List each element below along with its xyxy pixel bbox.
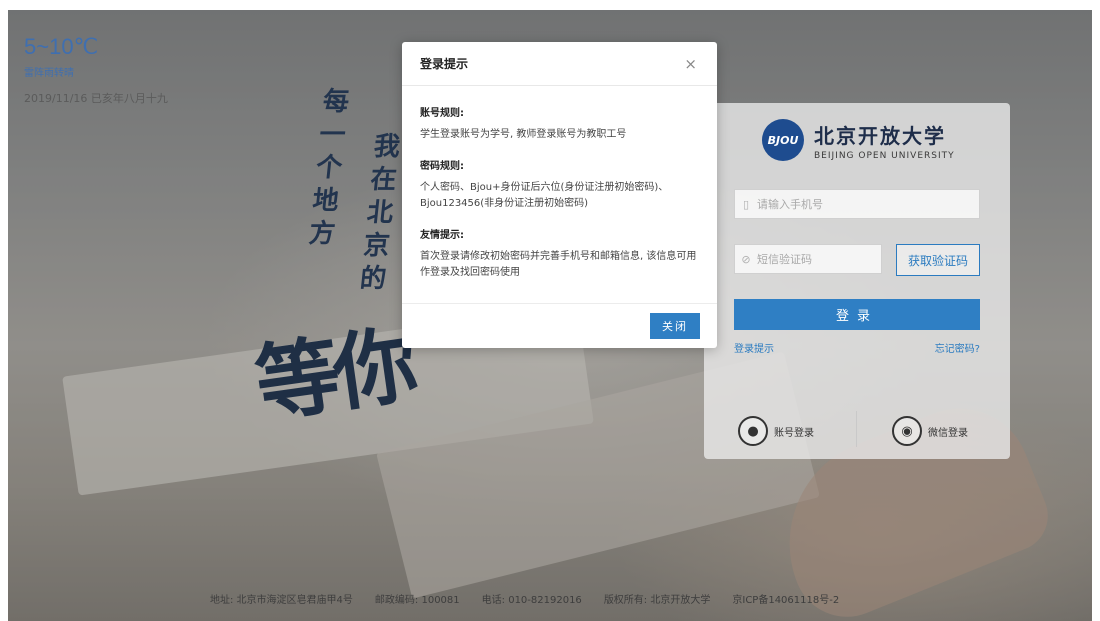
section-text: 个人密码、Bjou+身份证后六位(身份证注册初始密码)、Bjou123456(非… <box>420 182 669 209</box>
friendly-tips-section: 友情提示: 首次登录请修改初始密码并完善手机号和邮箱信息, 该信息可用作登录及找… <box>420 226 699 281</box>
logo-english-name: BEIJING OPEN UNIVERSITY <box>814 150 955 161</box>
weather-temperature: 5~10℃ <box>24 34 99 59</box>
login-tips-dialog: 登录提示 × 账号规则: 学生登录账号为学号, 教师登录账号为教职工号 密码规则… <box>402 42 717 348</box>
bjou-logo-icon: BJOU <box>762 119 804 161</box>
forgot-password-link[interactable]: 忘记密码? <box>935 340 980 355</box>
login-panel: BJOU 北京开放大学 BEIJING OPEN UNIVERSITY ▯ 请输… <box>704 103 1010 459</box>
sms-code-placeholder: 短信验证码 <box>757 253 812 266</box>
calligraphy-char: 我 <box>372 132 402 162</box>
wechat-login-option[interactable]: ◉ 微信登录 <box>892 416 968 446</box>
logo-text: 北京开放大学 BEIJING OPEN UNIVERSITY <box>814 120 955 161</box>
close-icon[interactable]: × <box>684 55 697 73</box>
wechat-login-label: 微信登录 <box>928 427 968 439</box>
login-method-divider <box>856 411 857 447</box>
dialog-title: 登录提示 <box>420 57 469 71</box>
footer-icp[interactable]: 京ICP备14061118号-2 <box>732 591 839 606</box>
sms-code-input[interactable]: ⊘ 短信验证码 <box>734 244 882 274</box>
calligraphy-slogan: 等你 <box>249 314 418 435</box>
weather-date: 2019/11/16 已亥年八月十九 <box>24 92 168 105</box>
section-heading: 账号规则: <box>420 108 464 119</box>
calligraphy-char: 每 <box>321 87 351 117</box>
phone-placeholder: 请输入手机号 <box>757 198 823 211</box>
section-text: 学生登录账号为学号, 教师登录账号为教职工号 <box>420 129 627 140</box>
calligraphy-char: 北 <box>365 198 395 228</box>
dialog-body: 账号规则: 学生登录账号为学号, 教师登录账号为教职工号 密码规则: 个人密码、… <box>402 86 717 281</box>
close-button[interactable]: 关闭 <box>650 313 700 339</box>
section-heading: 密码规则: <box>420 161 464 172</box>
calligraphy-char: 方 <box>307 219 337 249</box>
login-button[interactable]: 登录 <box>734 299 980 330</box>
dialog-footer: 关闭 <box>402 303 717 348</box>
account-login-label: 账号登录 <box>774 427 814 439</box>
footer-postcode: 邮政编码: 100081 <box>374 595 460 606</box>
password-rules-section: 密码规则: 个人密码、Bjou+身份证后六位(身份证注册初始密码)、Bjou12… <box>420 157 699 212</box>
weather-description: 雷阵雨转晴 <box>24 68 74 79</box>
footer-copyright: 版权所有: 北京开放大学 <box>603 595 711 606</box>
calligraphy-char: 在 <box>368 165 399 195</box>
login-tips-link[interactable]: 登录提示 <box>734 340 774 355</box>
account-rules-section: 账号规则: 学生登录账号为学号, 教师登录账号为教职工号 <box>420 104 699 143</box>
footer-phone: 电话: 010-82192016 <box>481 595 582 606</box>
section-text: 首次登录请修改初始密码并完善手机号和邮箱信息, 该信息可用作登录及找回密码使用 <box>420 251 697 278</box>
university-logo: BJOU 北京开放大学 BEIJING OPEN UNIVERSITY <box>762 119 955 161</box>
phone-input[interactable]: ▯ 请输入手机号 <box>734 189 980 219</box>
phone-icon: ▯ <box>742 197 750 211</box>
dialog-header: 登录提示 × <box>402 42 717 86</box>
shield-icon: ⊘ <box>741 252 751 266</box>
account-login-option[interactable]: ● 账号登录 <box>738 416 814 446</box>
calligraphy-char: 地 <box>311 186 341 216</box>
calligraphy-char: 京 <box>362 231 392 261</box>
logo-chinese-name: 北京开放大学 <box>814 123 946 148</box>
calligraphy-char: 个 <box>314 153 344 183</box>
calligraphy-char: 的 <box>358 264 388 294</box>
footer-address: 地址: 北京市海淀区皂君庙甲4号 <box>210 595 353 606</box>
page-footer: 地址: 北京市海淀区皂君庙甲4号 邮政编码: 100081 电话: 010-82… <box>210 591 839 606</box>
get-code-button[interactable]: 获取验证码 <box>896 244 980 276</box>
section-heading: 友情提示: <box>420 230 464 241</box>
wechat-icon: ◉ <box>892 416 922 446</box>
calligraphy-char: 一 <box>317 120 348 150</box>
user-icon: ● <box>738 416 768 446</box>
